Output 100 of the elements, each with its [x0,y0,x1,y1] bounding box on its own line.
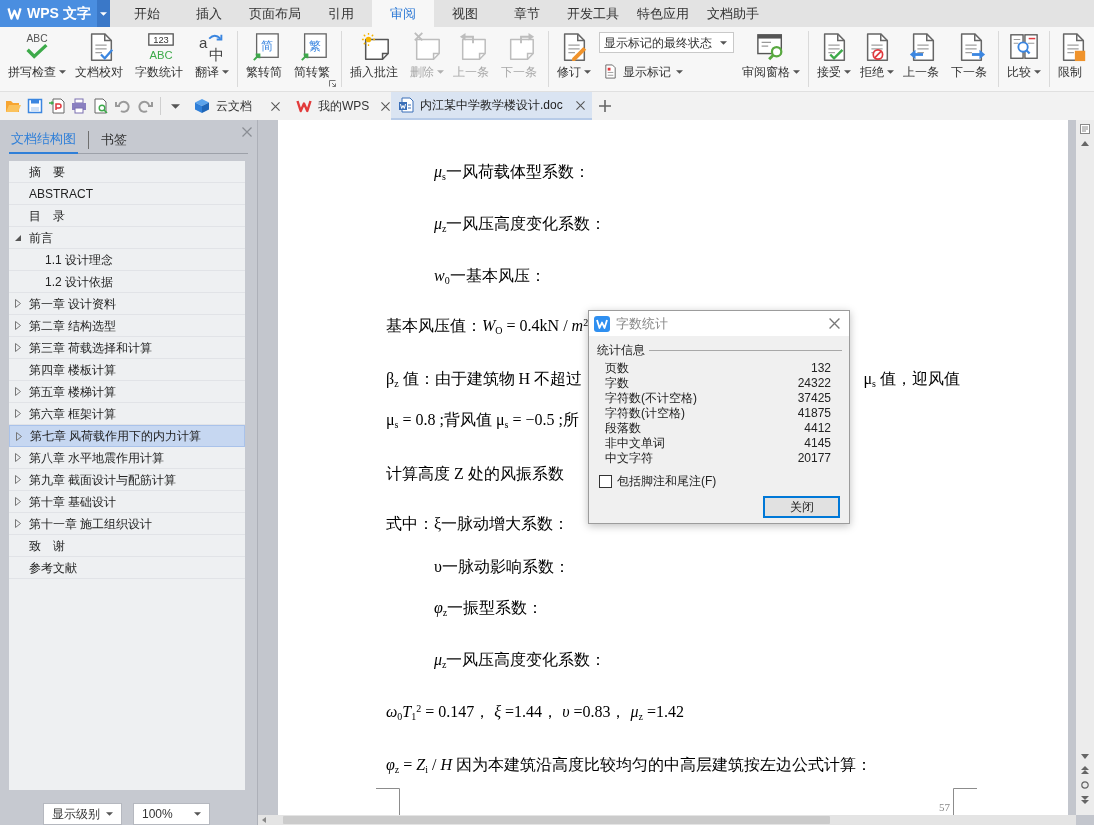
restrict-button[interactable]: 限制 [1055,27,1091,85]
insert-comment-button[interactable]: 插入批注 [347,27,404,85]
w-logo-icon [296,98,312,114]
collapsed-caret-icon[interactable] [15,387,21,396]
checkbox-label[interactable]: 包括脚注和尾注(F) [617,472,717,490]
ribbon-tab[interactable]: 页面布局 [240,0,310,27]
panel-tab[interactable]: 书签 [99,126,129,154]
proofread-button[interactable]: 文档校对 [72,27,129,85]
definition-text: w$_{0}$一基本风压： [434,266,546,286]
stat-value: 24322 [797,374,831,392]
collapsed-caret-icon[interactable] [15,409,21,418]
track-changes-button[interactable]: 修订 [554,27,594,85]
undo-icon[interactable] [115,98,131,114]
outline-item[interactable]: 第二章 结构选型 [9,315,245,337]
show-markup-button[interactable]: 显示标记 [599,63,683,80]
note-left-arrow-icon [457,32,488,62]
plus-icon[interactable] [599,100,611,112]
collapsed-caret-icon[interactable] [16,431,22,441]
outline-item[interactable]: 第七章 风荷载作用下的内力计算 [9,425,245,447]
accept-button[interactable]: 接受 [814,27,854,85]
app-menu-dropdown[interactable] [97,0,110,27]
outline-item[interactable]: 前言 [9,227,245,249]
to-simplified-button[interactable]: 简 繁转简 [243,27,288,85]
collapsed-caret-icon[interactable] [15,321,21,330]
translate-button[interactable]: a 中 翻译 [192,27,232,85]
paragraph-text: 计算高度 Z 处的风振系数 [386,464,564,484]
document-export-icon[interactable] [49,98,65,114]
compare-button[interactable]: 比较 [1004,27,1044,85]
checkbox[interactable] [599,474,612,488]
dialog-title: 字数统计 [616,314,668,333]
ribbon-tab[interactable]: 审阅 [372,0,434,27]
paragraph-text: φ$_{z}$ = Z$_{i}$ / H 因为本建筑沿高度比较均匀的中高层建筑按左边公式计算： [386,755,873,775]
word-count-button[interactable]: 123 ABC 字数统计 [132,27,189,85]
outline-item[interactable]: 第十章 基础设计 [9,491,245,513]
outline-item[interactable]: 第五章 楼梯计算 [9,381,245,403]
printer-icon[interactable] [71,98,87,114]
collapsed-caret-icon[interactable] [15,343,21,352]
collapsed-caret-icon[interactable] [15,453,21,462]
ribbon-tab[interactable]: 插入 [178,0,240,27]
outline-item[interactable]: 第八章 水平地震作用计算 [9,447,245,469]
compare-magnifier-icon [1009,32,1039,62]
ribbon-tab[interactable]: 开始 [116,0,178,27]
expanded-caret-icon[interactable] [15,234,21,241]
close-icon[interactable] [381,101,391,111]
scrollbar-thumb[interactable] [283,816,830,824]
caret-icon[interactable] [171,103,180,109]
ribbon-tab[interactable]: 文档助手 [698,0,768,27]
outline-item[interactable]: 1.1 设计理念 [9,249,245,271]
markup-view-dropdown[interactable]: 显示标记的最终状态 [599,32,734,53]
outline-item[interactable]: 摘 要 [9,161,245,183]
to-traditional-button[interactable]: 繁 简转繁 [291,27,336,85]
outline-item[interactable]: 1.2 设计依据 [9,271,245,293]
scroll-left-icon[interactable] [262,817,266,823]
page-icon[interactable] [1080,124,1090,134]
document-magnifier-icon[interactable] [93,98,109,114]
document-tab[interactable]: 我的WPS [289,92,389,120]
outline-level-dropdown[interactable]: 显示级别 [43,803,122,825]
dialog-launcher-icon[interactable] [329,80,336,87]
outline-item[interactable]: 第九章 截面设计与配筋计算 [9,469,245,491]
collapsed-caret-icon[interactable] [15,475,21,484]
collapsed-caret-icon[interactable] [15,497,21,506]
save-icon[interactable] [27,98,43,114]
ribbon-tab[interactable]: 章节 [496,0,558,27]
close-icon[interactable] [271,101,280,111]
horizontal-scrollbar[interactable] [258,815,1076,825]
review-pane-button[interactable]: 审阅窗格 [739,27,803,85]
collapsed-caret-icon[interactable] [15,299,21,308]
ribbon-tab[interactable]: 特色应用 [628,0,698,27]
next-change-button[interactable]: 下一条 [948,27,993,85]
document-tab[interactable]: 云文档 [187,92,287,120]
next-page-icon[interactable] [1081,796,1089,804]
ribbon-tab[interactable]: 引用 [310,0,372,27]
scroll-up-icon[interactable] [1081,141,1089,146]
document-tab[interactable]: 内江某中学教学楼设计.doc [391,92,592,120]
stat-value: 20177 [797,449,831,467]
outline-item[interactable]: 参考文献 [9,557,245,579]
scroll-down-icon[interactable] [1081,754,1089,759]
definition-text: υ一脉动影响系数： [434,557,570,577]
outline-item[interactable]: 致 谢 [9,535,245,557]
spell-check-button[interactable]: ABC 拼写检查 [5,27,69,85]
previous-change-button[interactable]: 上一条 [900,27,945,85]
zoom-dropdown[interactable]: 100% [133,803,210,825]
definition-text: μ$_{z}$一风压高度变化系数： [434,650,607,670]
previous-page-icon[interactable] [1081,766,1089,774]
close-icon[interactable] [576,100,585,110]
redo-icon[interactable] [137,98,153,114]
ribbon-tab[interactable]: 开发工具 [558,0,628,27]
collapsed-caret-icon[interactable] [15,519,21,528]
outline-item[interactable]: 目 录 [9,205,245,227]
close-button[interactable]: 关闭 [763,496,840,518]
outline-item[interactable]: 第十一章 施工组织设计 [9,513,245,535]
outline-item[interactable]: 第一章 设计资料 [9,293,245,315]
close-icon[interactable] [829,318,840,329]
circle-icon[interactable] [1081,781,1089,789]
caret-icon [106,812,113,816]
reject-button[interactable]: 拒绝 [857,27,897,85]
outline-item[interactable]: ABSTRACT [9,183,245,205]
ribbon-tab[interactable]: 视图 [434,0,496,27]
outline-item[interactable]: 第四章 楼板计算 [9,359,245,381]
outline-item[interactable]: 第三章 荷载选择和计算 [9,337,245,359]
